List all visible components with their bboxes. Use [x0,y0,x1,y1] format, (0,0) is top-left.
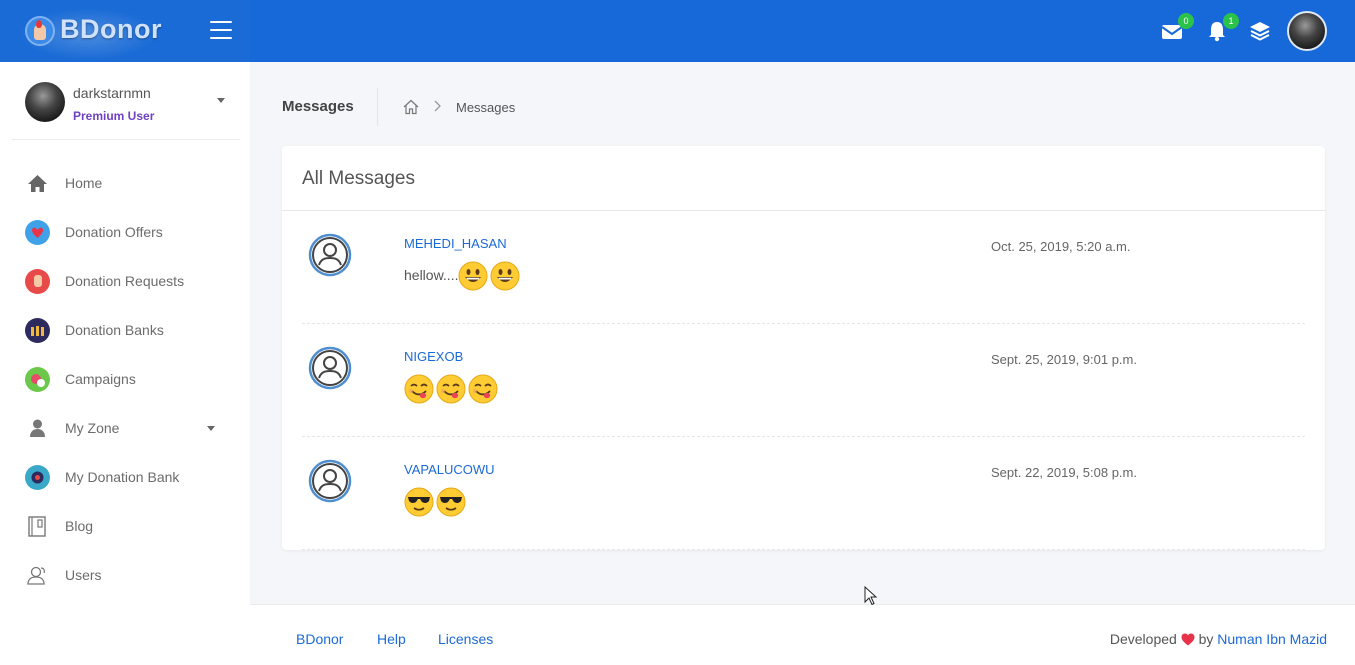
sidebar-item-donation-offers[interactable]: Donation Offers [0,212,250,252]
mouse-cursor-icon [864,585,878,606]
emoji-sunglasses-icon [404,487,434,517]
layers-icon[interactable] [1248,18,1274,44]
sidebar-item-label: Home [65,175,103,191]
mail-icon[interactable]: 0 [1160,13,1194,44]
message-row[interactable]: NIGEXOB Sept. 25, 2019, 9:01 p.m. [302,324,1305,437]
sender-avatar-icon[interactable] [305,459,355,503]
sidebar: darkstarnmn Premium User Home Donation O… [0,62,250,665]
home-icon [25,171,50,196]
sender-name[interactable]: MEHEDI_HASAN [404,236,507,251]
author-link[interactable]: Numan Ibn Mazid [1217,631,1327,647]
notebook-icon [25,514,50,539]
brand-name[interactable]: BDonor [60,14,162,45]
emoji-grinning-icon [490,261,520,291]
top-navbar: BDonor 0 1 [0,0,1355,62]
message-preview: hellow.... [404,261,522,291]
emoji-sunglasses-icon [436,487,466,517]
page-header: Messages Messages [282,88,882,128]
message-preview [404,487,468,517]
chevron-down-icon[interactable] [217,98,225,103]
sidebar-item-label: My Zone [65,420,120,436]
brand-area: BDonor [0,0,250,62]
sender-avatar-icon[interactable] [305,346,355,390]
breadcrumb-current: Messages [456,100,516,115]
hand-request-icon [25,269,50,294]
sidebar-item-donation-requests[interactable]: Donation Requests [0,261,250,301]
user-icon [25,416,50,441]
sidebar-item-label: Donation Banks [65,322,164,338]
heart-hand-icon [25,220,50,245]
sender-avatar-icon[interactable] [305,233,355,277]
message-text: hellow.... [404,267,459,283]
message-date: Sept. 25, 2019, 9:01 p.m. [991,352,1137,367]
sidebar-item-label: Donation Requests [65,273,185,289]
mail-badge: 0 [1178,13,1194,29]
heart-icon [1181,633,1195,646]
sidebar-item-home[interactable]: Home [0,163,250,203]
footer: BDonor Help Licenses Developed by Numan … [250,604,1355,665]
footer-link-help[interactable]: Help [377,631,406,647]
message-row[interactable]: MEHEDI_HASAN hellow.... Oct. 25, 2019, 5:2… [302,211,1305,324]
sidebar-item-label: Blog [65,518,94,534]
sidebar-item-donation-banks[interactable]: Donation Banks [0,310,250,350]
chevron-right-icon [433,99,443,116]
logo-icon[interactable] [25,16,55,46]
sidebar-item-label: My Donation Bank [65,469,180,485]
profile-avatar[interactable] [1287,11,1327,51]
footer-link-licenses[interactable]: Licenses [438,631,493,647]
bank-icon [25,465,50,490]
menu-toggle-icon[interactable] [210,21,232,39]
user-role: Premium User [73,109,155,123]
chevron-down-icon[interactable] [207,426,215,431]
developer-credit: Developed by Numan Ibn Mazid [1110,631,1327,647]
divider [302,549,1305,550]
breadcrumb-home-icon[interactable] [402,98,420,116]
sidebar-item-my-donation-bank[interactable]: My Donation Bank [0,457,250,497]
users-icon [25,563,50,588]
notification-badge: 1 [1223,13,1239,29]
user-name: darkstarnmn [73,85,151,101]
campaign-icon [25,367,50,392]
message-date: Sept. 22, 2019, 5:08 p.m. [991,465,1137,480]
sidebar-item-campaigns[interactable]: Campaigns [0,359,250,399]
developed-text: Developed [1109,631,1177,647]
sender-name[interactable]: VAPALUCOWU [404,462,495,477]
emoji-yum-icon [468,374,498,404]
card-title: All Messages [302,168,415,189]
emoji-grinning-icon [458,261,488,291]
sidebar-item-blog[interactable]: Blog [0,506,250,546]
by-text: by [1198,631,1214,647]
sidebar-item-label: Campaigns [65,371,136,387]
emoji-yum-icon [436,374,466,404]
bell-icon[interactable]: 1 [1205,13,1239,44]
message-date: Oct. 25, 2019, 5:20 a.m. [991,239,1131,254]
sidebar-item-label: Users [65,567,102,583]
emoji-yum-icon [404,374,434,404]
sidebar-item-label: Donation Offers [65,224,163,240]
messages-card: All Messages MEHEDI_HASAN hellow.... Oct. … [282,146,1325,550]
message-preview [404,374,500,404]
header-divider [377,88,378,126]
page-title: Messages [282,98,354,115]
message-row[interactable]: VAPALUCOWU Sept. 22, 2019, 5:08 p.m. [302,437,1305,550]
sender-name[interactable]: NIGEXOB [404,349,463,364]
footer-link-bdonor[interactable]: BDonor [296,631,343,647]
avatar [25,82,65,122]
user-panel[interactable]: darkstarnmn Premium User [12,62,240,140]
sidebar-item-users[interactable]: Users [0,555,250,595]
people-bank-icon [25,318,50,343]
sidebar-item-my-zone[interactable]: My Zone [0,408,250,448]
